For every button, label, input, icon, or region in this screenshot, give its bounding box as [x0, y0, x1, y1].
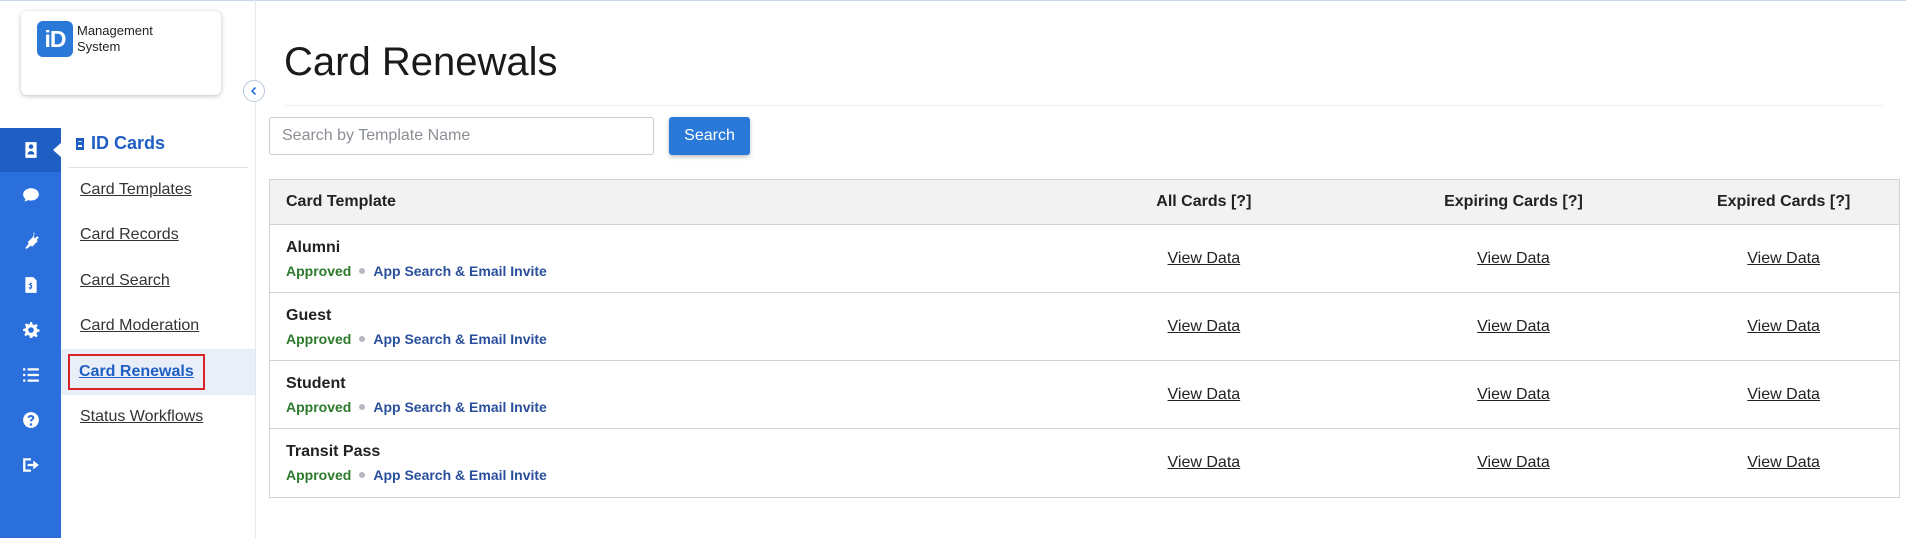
template-cell: Student Approved App Search & Email Invi… — [270, 375, 1049, 415]
sidebar-item-card-records[interactable]: Card Records — [61, 213, 255, 259]
sidebar-item-label: Card Moderation — [80, 317, 200, 335]
rail-integrations[interactable] — [0, 218, 61, 262]
sidebar-nav: Card Templates Card Records Card Search … — [61, 167, 255, 440]
access-method: App Search & Email Invite — [373, 262, 547, 279]
header-expired-cards[interactable]: Expired Cards [?] — [1668, 193, 1899, 211]
template-meta: Approved App Search & Email Invite — [286, 331, 1049, 347]
expiring-cards-view-data-link[interactable]: View Data — [1477, 454, 1550, 471]
app-logo[interactable]: iD Management System — [21, 11, 221, 95]
access-method: App Search & Email Invite — [373, 467, 547, 483]
search-input[interactable] — [269, 117, 654, 155]
header-card-template: Card Template — [286, 193, 396, 210]
separator-dot-icon — [359, 335, 366, 342]
table-row: Guest Approved App Search & Email Invite… — [270, 293, 1899, 361]
access-method: App Search & Email Invite — [373, 330, 547, 347]
search-button[interactable]: Search — [669, 117, 750, 155]
sidebar-item-card-search[interactable]: Card Search — [61, 258, 255, 304]
separator-dot-icon — [359, 472, 366, 478]
id-card-icon — [24, 142, 37, 158]
status-badge: Approved — [286, 262, 352, 279]
template-cell: Transit Pass Approved App Search & Email… — [270, 443, 1049, 483]
logo-mark-icon: iD — [37, 21, 73, 57]
sidebar-item-label: Card Renewals — [68, 353, 205, 390]
all-cards-view-data-link[interactable]: View Data — [1168, 250, 1241, 267]
rail-lists[interactable] — [0, 353, 61, 397]
header-all-cards[interactable]: All Cards [?] — [1049, 193, 1359, 211]
card-renewals-table: Card Template All Cards [?] Expiring Car… — [269, 179, 1900, 498]
expired-cards-view-data-link[interactable]: View Data — [1747, 454, 1820, 471]
expired-cards-view-data-link[interactable]: View Data — [1747, 318, 1820, 335]
table-header: Card Template All Cards [?] Expiring Car… — [270, 180, 1899, 225]
expired-cards-view-data-link[interactable]: View Data — [1747, 250, 1820, 267]
id-badge-icon — [76, 137, 84, 150]
help-icon — [22, 412, 39, 428]
rail-id-cards[interactable] — [0, 128, 62, 172]
rail-messages[interactable] — [0, 173, 61, 217]
sidebar-item-label: Card Records — [80, 226, 179, 244]
icon-rail — [0, 128, 62, 538]
header-expiring-cards[interactable]: Expiring Cards [?] — [1359, 193, 1669, 211]
rail-settings[interactable] — [0, 308, 61, 352]
sidebar-item-label: Card Search — [80, 271, 170, 289]
list-icon — [22, 368, 39, 382]
template-meta: Approved App Search & Email Invite — [286, 263, 1049, 279]
status-badge: Approved — [286, 467, 352, 483]
template-meta: Approved App Search & Email Invite — [286, 399, 1049, 415]
invoice-icon — [24, 277, 37, 293]
separator-dot-icon — [359, 267, 366, 274]
template-cell: Alumni Approved App Search & Email Invit… — [270, 239, 1049, 279]
sidebar-item-label: Card Templates — [80, 180, 192, 198]
template-name: Alumni — [286, 238, 341, 256]
chevron-left-icon — [250, 86, 257, 96]
expired-cards-view-data-link[interactable]: View Data — [1747, 386, 1820, 403]
access-method: App Search & Email Invite — [373, 398, 547, 415]
chat-icon — [22, 188, 39, 202]
template-name: Guest — [286, 306, 332, 324]
template-cell: Guest Approved App Search & Email Invite — [270, 307, 1049, 347]
sidebar-item-card-moderation[interactable]: Card Moderation — [61, 304, 255, 350]
separator-dot-icon — [359, 403, 366, 410]
logo-text-line2: System — [77, 39, 121, 54]
logo-text: Management System — [77, 23, 153, 55]
plug-icon — [24, 232, 39, 249]
section-title-label: ID Cards — [91, 133, 166, 153]
sidebar-collapse-button[interactable] — [243, 80, 265, 102]
table-row: Alumni Approved App Search & Email Invit… — [270, 225, 1899, 293]
expiring-cards-view-data-link[interactable]: View Data — [1477, 250, 1550, 267]
sidebar-item-label: Status Workflows — [80, 408, 204, 426]
page-title: Card Renewals — [284, 40, 558, 84]
rail-help[interactable] — [0, 398, 61, 442]
table-row: Student Approved App Search & Email Invi… — [270, 361, 1899, 429]
template-name: Student — [286, 374, 346, 392]
sidebar-section-title: ID Cards — [75, 133, 165, 154]
sidebar-item-card-templates[interactable]: Card Templates — [61, 167, 255, 213]
expiring-cards-view-data-link[interactable]: View Data — [1477, 386, 1550, 403]
all-cards-view-data-link[interactable]: View Data — [1168, 318, 1241, 335]
all-cards-view-data-link[interactable]: View Data — [1168, 454, 1241, 471]
logout-icon — [22, 458, 39, 472]
template-name: Transit Pass — [286, 443, 381, 460]
title-divider — [284, 105, 1884, 106]
status-badge: Approved — [286, 330, 352, 347]
sidebar-item-card-renewals[interactable]: Card Renewals — [61, 349, 255, 395]
status-badge: Approved — [286, 398, 352, 415]
table-row: Transit Pass Approved App Search & Email… — [270, 429, 1899, 497]
sidebar-item-status-workflows[interactable]: Status Workflows — [61, 395, 255, 441]
logo-text-line1: Management — [77, 23, 153, 38]
top-border — [0, 0, 1906, 1]
rail-billing[interactable] — [0, 263, 61, 307]
rail-logout[interactable] — [0, 443, 61, 487]
all-cards-view-data-link[interactable]: View Data — [1168, 386, 1241, 403]
template-meta: Approved App Search & Email Invite — [286, 467, 1049, 483]
expiring-cards-view-data-link[interactable]: View Data — [1477, 318, 1550, 335]
gear-icon — [22, 322, 39, 338]
